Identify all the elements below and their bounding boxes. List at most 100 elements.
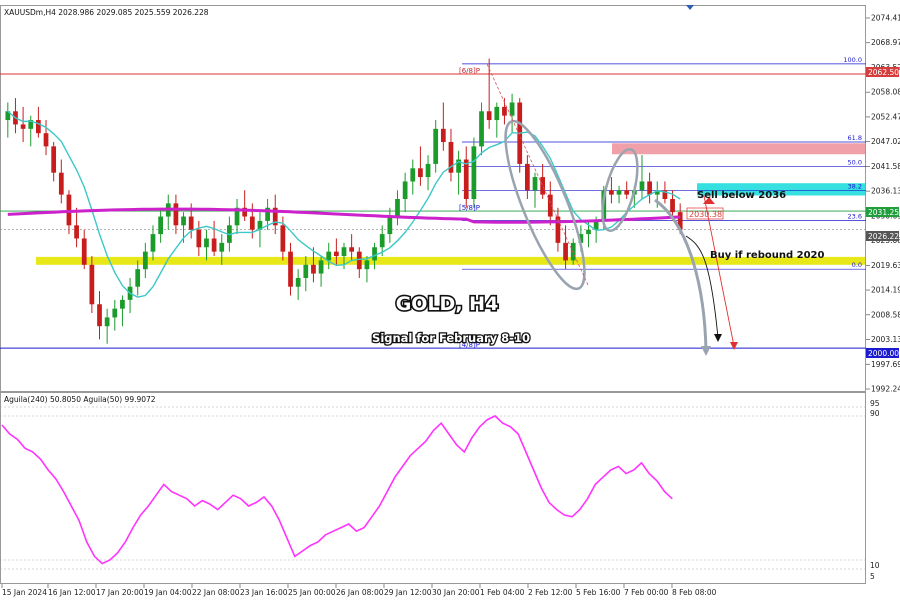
candle-body	[318, 260, 324, 274]
candle-body	[36, 120, 41, 134]
price-tick-label: 2008.580	[871, 310, 900, 319]
candle-body	[112, 308, 118, 318]
candle-body	[219, 242, 225, 252]
candle-body	[525, 163, 530, 191]
candle-body	[349, 247, 355, 252]
price-badge-label: 2000.000	[868, 349, 900, 358]
candle-body	[479, 111, 484, 147]
chart-title: GOLD, H4	[396, 293, 499, 315]
time-tick-label: 7 Feb 00:00	[624, 588, 669, 597]
candle-body	[196, 229, 202, 248]
murrey-label: [5/8]P	[459, 204, 480, 212]
chart: [6/8]P[5/8]P[4/8]P100.061.850.038.223.60…	[0, 0, 900, 600]
candle-body	[142, 251, 148, 270]
fib-label: 50.0	[848, 159, 862, 167]
price-badge-label: 2062.500	[868, 68, 900, 77]
candle-body	[181, 216, 186, 226]
time-tick-label: 26 Jan 08:00	[336, 588, 384, 597]
candle-body	[280, 225, 286, 252]
candle-body	[570, 242, 576, 261]
candle-body	[639, 181, 645, 191]
candle-body	[379, 234, 385, 248]
price-tick-label: 2068.970	[871, 38, 900, 47]
candle-body	[387, 216, 393, 235]
candle-body	[97, 304, 102, 327]
candle-body	[58, 172, 64, 195]
candle-body	[158, 216, 163, 235]
murrey-label: [6/8]P	[459, 67, 480, 75]
candle-body	[120, 299, 125, 309]
fib-label: 100.0	[843, 56, 862, 64]
candle-body	[204, 238, 209, 248]
osc-tick-label: 90	[870, 409, 880, 418]
current-price-label: 2030.38	[689, 210, 722, 219]
buy-annotation: Buy if rebound 2020	[710, 250, 824, 261]
candle-body	[647, 181, 652, 195]
price-tick-label: 2074.415	[871, 14, 900, 23]
candle-body	[494, 106, 500, 121]
price-tick-label: 2041.580	[871, 162, 900, 171]
osc-tick-label: 10	[870, 561, 880, 570]
candle-body	[20, 124, 26, 129]
candle-body	[402, 181, 408, 199]
price-tick-label: 2014.190	[871, 286, 900, 295]
candle-body	[341, 247, 347, 257]
sell-annotation: Sell below 2036	[697, 190, 786, 201]
price-tick-label: 2019.635	[871, 261, 900, 270]
osc-tick-label: 95	[870, 399, 880, 408]
time-tick-label: 2 Feb 12:00	[528, 588, 573, 597]
candle-body	[188, 216, 194, 230]
fib-label: 23.6	[848, 212, 862, 220]
time-tick-label: 8 Feb 08:00	[672, 588, 717, 597]
candle-body	[43, 133, 49, 147]
candle-body	[540, 177, 546, 195]
candle-body	[425, 163, 431, 178]
candle-body	[150, 234, 156, 252]
time-tick-label: 16 Jan 12:00	[48, 588, 96, 597]
candle-body	[326, 251, 332, 261]
candle-body	[173, 203, 179, 226]
candle-body	[333, 251, 339, 257]
time-tick-label: 1 Feb 04:00	[480, 588, 525, 597]
candle-body	[135, 269, 141, 287]
candle-body	[288, 251, 293, 287]
candle-body	[211, 238, 217, 252]
candle-body	[586, 229, 591, 235]
price-badge-label: 2026.228	[868, 232, 900, 241]
oscillator-header: Aguila(240) 50.8050 Aguila(50) 99.9072	[4, 395, 156, 404]
candle-body	[609, 190, 614, 195]
time-tick-label: 15 Jan 2024	[2, 588, 47, 597]
candle-body	[81, 238, 87, 265]
osc-tick-label: 5	[870, 572, 875, 581]
candle-body	[395, 199, 400, 217]
time-tick-label: 17 Jan 20:00	[96, 588, 144, 597]
candle-body	[433, 128, 439, 164]
candle-body	[303, 264, 309, 278]
chart-subtitle: Signal for February 8-10	[372, 331, 530, 345]
candle-body	[249, 216, 255, 230]
price-tick-label: 1997.690	[871, 360, 900, 369]
candle-body	[418, 168, 423, 178]
price-tick-label: 2036.135	[871, 187, 900, 196]
candle-body	[624, 190, 630, 195]
price-tick-label: 2047.025	[871, 137, 900, 146]
fib-label: 61.8	[848, 134, 862, 142]
candle-body	[372, 247, 377, 261]
time-tick-label: 25 Jan 00:00	[288, 588, 336, 597]
candle-body	[311, 264, 316, 274]
price-tick-label: 1992.245	[871, 385, 900, 394]
fib-label: 0.0	[852, 261, 862, 269]
time-tick-label: 22 Jan 08:00	[192, 588, 240, 597]
candle-body	[104, 317, 110, 327]
price-tick-label: 2058.080	[871, 88, 900, 97]
candle-body	[89, 264, 95, 305]
candle-body	[486, 111, 492, 121]
candle-body	[295, 277, 301, 287]
candle-body	[440, 128, 446, 142]
price-tick-label: 2003.135	[871, 335, 900, 344]
candle-body	[410, 168, 416, 182]
candle-body	[670, 199, 675, 213]
candle-body	[563, 242, 568, 261]
candle-body	[356, 251, 362, 270]
candle-body	[364, 260, 370, 270]
